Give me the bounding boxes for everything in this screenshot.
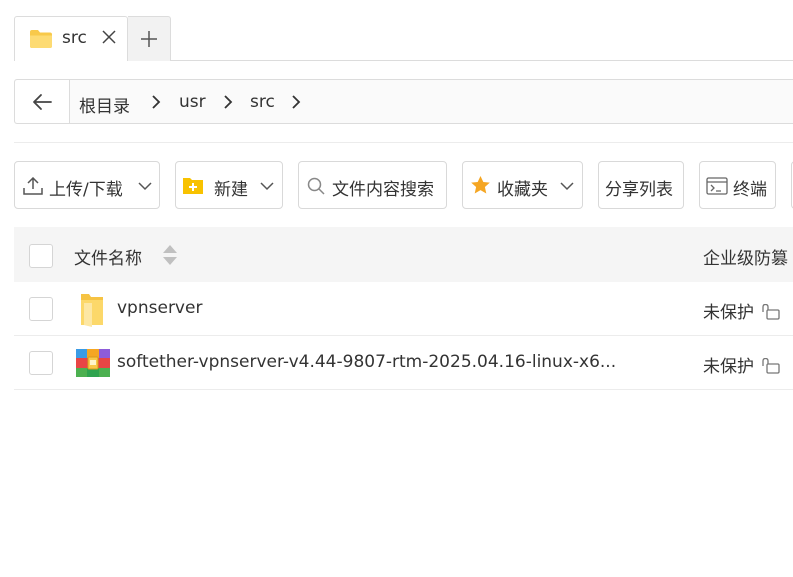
- table-row[interactable]: softether-vpnserver-v4.44-9807-rtm-2025.…: [14, 336, 793, 390]
- new-folder-icon: [183, 178, 203, 194]
- select-all-checkbox[interactable]: [29, 244, 53, 268]
- unlock-icon[interactable]: [762, 304, 780, 320]
- chevron-right-icon[interactable]: [291, 94, 301, 114]
- address-bar: 根目录 usr src: [14, 79, 793, 124]
- chevron-right-icon: [223, 94, 233, 114]
- chevron-right-icon: [151, 94, 161, 114]
- chevron-down-icon: [260, 182, 274, 191]
- unlock-icon[interactable]: [762, 358, 780, 374]
- new-tab-button[interactable]: [128, 16, 171, 61]
- terminal-icon: [706, 177, 728, 195]
- protection-status: 未保护: [703, 303, 754, 323]
- tab-bar: src: [0, 0, 793, 61]
- upload-icon: [23, 177, 43, 195]
- terminal-label: 终端: [733, 180, 767, 200]
- terminal-button[interactable]: 终端: [699, 161, 776, 209]
- content-search-button[interactable]: 文件内容搜索: [298, 161, 447, 209]
- chevron-down-icon: [560, 182, 574, 191]
- breadcrumb-root[interactable]: 根目录: [79, 92, 130, 117]
- share-list-button[interactable]: 分享列表: [598, 161, 684, 209]
- folder-icon: [79, 292, 105, 331]
- back-button[interactable]: [15, 80, 70, 123]
- favorites-button[interactable]: 收藏夹: [462, 161, 583, 209]
- tab-label: src: [62, 28, 87, 48]
- new-button[interactable]: 新建: [175, 161, 283, 209]
- breadcrumb-src[interactable]: src: [250, 92, 275, 112]
- file-name[interactable]: vpnserver: [117, 298, 202, 318]
- search-icon: [307, 177, 325, 195]
- table-row[interactable]: vpnserver 未保护: [14, 282, 793, 336]
- new-label: 新建: [214, 180, 248, 200]
- sort-icon[interactable]: [162, 244, 178, 266]
- column-header-name[interactable]: 文件名称: [74, 244, 142, 269]
- favorites-label: 收藏夹: [497, 180, 548, 200]
- share-list-label: 分享列表: [605, 180, 673, 200]
- upload-download-label: 上传/下载: [49, 180, 123, 200]
- row-checkbox[interactable]: [29, 351, 53, 375]
- folder-icon: [29, 29, 53, 53]
- file-name[interactable]: softether-vpnserver-v4.44-9807-rtm-2025.…: [117, 352, 616, 372]
- breadcrumb-usr[interactable]: usr: [179, 92, 206, 112]
- column-header-protection: 企业级防篡: [703, 249, 788, 269]
- section-divider: [14, 142, 793, 143]
- close-icon[interactable]: [101, 29, 117, 45]
- protection-status: 未保护: [703, 357, 754, 377]
- content-search-label: 文件内容搜索: [332, 180, 434, 200]
- chevron-down-icon: [138, 182, 152, 191]
- table-header: 文件名称 企业级防篡: [14, 227, 793, 282]
- upload-download-button[interactable]: 上传/下载: [14, 161, 160, 209]
- star-icon: [471, 176, 490, 194]
- tab-src[interactable]: src: [14, 16, 128, 61]
- archive-icon: [76, 349, 110, 381]
- row-checkbox[interactable]: [29, 297, 53, 321]
